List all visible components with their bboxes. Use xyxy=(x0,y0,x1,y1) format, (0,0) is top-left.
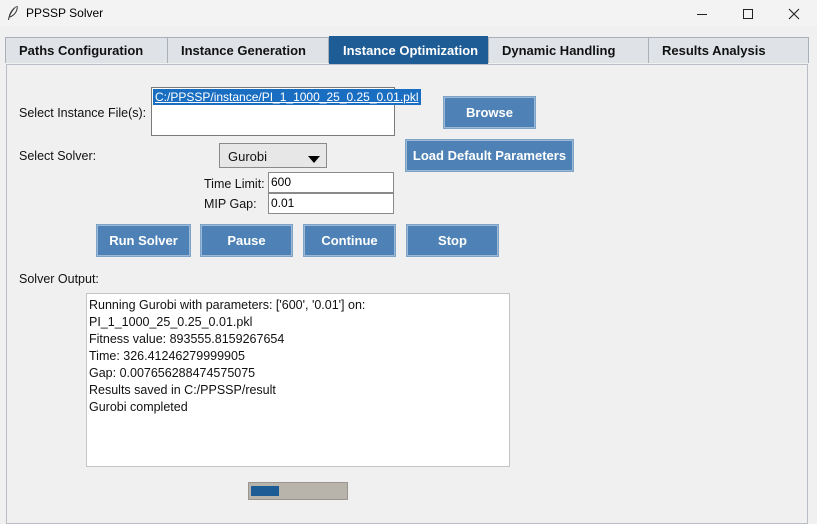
tab-instance-optimization[interactable]: Instance Optimization xyxy=(329,36,488,64)
tab-results-analysis[interactable]: Results Analysis xyxy=(648,37,809,63)
instance-file-listbox[interactable]: C:/PPSSP/instance/PI_1_1000_25_0.25_0.01… xyxy=(151,87,421,136)
minimize-icon xyxy=(697,13,707,15)
mip-gap-label: MIP Gap: xyxy=(204,197,257,211)
browse-button[interactable]: Browse xyxy=(444,97,535,128)
tab-instance-generation[interactable]: Instance Generation xyxy=(167,37,329,63)
pause-button[interactable]: Pause xyxy=(201,225,292,256)
output-line: Results saved in C:/PPSSP/result xyxy=(89,383,276,397)
tab-label: Dynamic Handling xyxy=(502,43,616,58)
tab-label: Instance Optimization xyxy=(343,43,479,58)
solver-select-value: Gurobi xyxy=(228,149,268,164)
maximize-icon xyxy=(743,8,753,19)
stop-button[interactable]: Stop xyxy=(407,225,498,256)
output-line: PI_1_1000_25_0.25_0.01.pkl xyxy=(89,315,253,329)
tab-label: Instance Generation xyxy=(181,43,306,58)
tab-dynamic-handling[interactable]: Dynamic Handling xyxy=(488,37,649,63)
instance-file-label: Select Instance File(s): xyxy=(19,106,147,120)
output-line: Gurobi completed xyxy=(89,400,188,414)
minimize-button[interactable] xyxy=(679,0,725,27)
run-solver-button[interactable]: Run Solver xyxy=(97,225,190,256)
solver-select[interactable]: Gurobi xyxy=(219,143,327,168)
time-limit-label: Time Limit: xyxy=(204,177,265,191)
chevron-down-icon xyxy=(308,152,320,167)
progress-bar xyxy=(248,482,348,500)
solver-label: Select Solver: xyxy=(19,149,97,163)
maximize-button[interactable] xyxy=(725,0,771,27)
output-line: Fitness value: 893555.8159267654 xyxy=(89,332,285,346)
solver-output-text[interactable]: Running Gurobi with parameters: ['600', … xyxy=(86,293,510,467)
instance-file-item[interactable]: C:/PPSSP/instance/PI_1_1000_25_0.25_0.01… xyxy=(153,89,421,105)
output-line: Gap: 0.007656288474575075 xyxy=(89,366,256,380)
output-line: Time: 326.41246279999905 xyxy=(89,349,245,363)
tab-label: Paths Configuration xyxy=(19,43,144,58)
tab-label: Results Analysis xyxy=(662,43,766,58)
tab-strip: Paths Configuration Instance Generation … xyxy=(0,36,817,65)
title-bar: PPSSP Solver xyxy=(0,0,817,27)
close-icon xyxy=(788,8,800,19)
tab-paths-configuration[interactable]: Paths Configuration xyxy=(5,37,169,63)
progress-bar-fill xyxy=(251,486,279,496)
output-line: Running Gurobi with parameters: ['600', … xyxy=(89,298,366,312)
solver-output-label: Solver Output: xyxy=(19,272,99,286)
mip-gap-input[interactable]: 0.01 xyxy=(268,193,394,214)
load-default-parameters-button[interactable]: Load Default Parameters xyxy=(406,140,573,171)
feather-icon xyxy=(6,5,20,21)
time-limit-input[interactable]: 600 xyxy=(268,172,394,193)
close-button[interactable] xyxy=(771,0,817,27)
continue-button[interactable]: Continue xyxy=(304,225,395,256)
window-title: PPSSP Solver xyxy=(26,6,104,20)
